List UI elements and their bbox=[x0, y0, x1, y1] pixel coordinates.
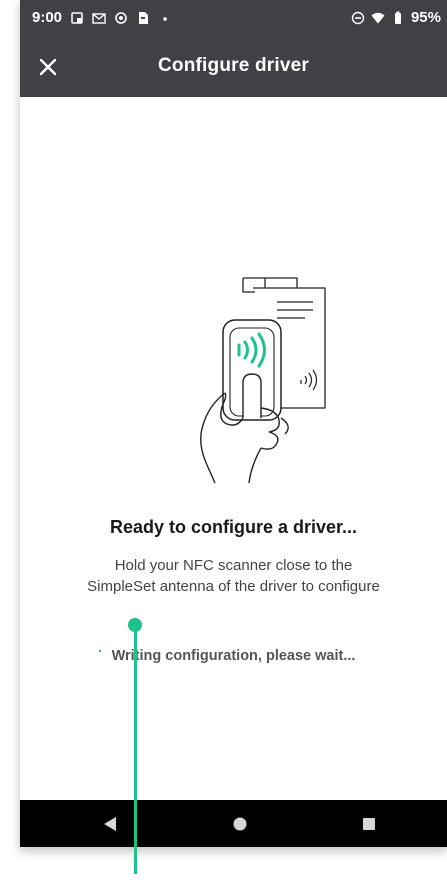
instruction-line-2: SimpleSet antenna of the driver to confi… bbox=[87, 578, 380, 595]
battery-percent: 95% bbox=[410, 9, 441, 26]
screenshot-icon bbox=[71, 11, 83, 24]
status-time: 9:00 bbox=[32, 9, 63, 26]
home-circle-icon[interactable] bbox=[228, 812, 252, 836]
sim-icon bbox=[139, 11, 149, 24]
app-bar: Configure driver bbox=[20, 37, 447, 97]
page-title: Configure driver bbox=[158, 55, 309, 76]
phone-screen: 9:00 95% Configure driver Ready to confi… bbox=[20, 0, 447, 847]
recents-square-icon[interactable] bbox=[357, 812, 381, 836]
gmail-icon bbox=[92, 12, 106, 24]
status-bar: 9:00 95% bbox=[20, 0, 447, 37]
status-right: 95% bbox=[351, 9, 441, 26]
instruction-text: Hold your NFC scanner close to the Simpl… bbox=[20, 555, 447, 597]
wifi-icon bbox=[371, 12, 385, 23]
pointer-annotation-dot bbox=[128, 618, 142, 632]
status-left: 9:00 bbox=[32, 9, 172, 26]
progress-text: Writing configuration, please wait... bbox=[111, 648, 356, 664]
pointer-annotation-line bbox=[134, 624, 137, 874]
dnd-icon bbox=[351, 11, 365, 24]
ready-heading: Ready to configure a driver... bbox=[109, 517, 358, 537]
dot-icon bbox=[163, 16, 167, 21]
battery-icon bbox=[394, 11, 401, 24]
settings-icon bbox=[115, 11, 127, 24]
instruction-line-1: Hold your NFC scanner close to the bbox=[114, 557, 353, 574]
navigation-bar bbox=[20, 800, 447, 847]
nfc-scan-illustration bbox=[200, 277, 326, 484]
back-triangle-icon[interactable] bbox=[98, 812, 122, 836]
